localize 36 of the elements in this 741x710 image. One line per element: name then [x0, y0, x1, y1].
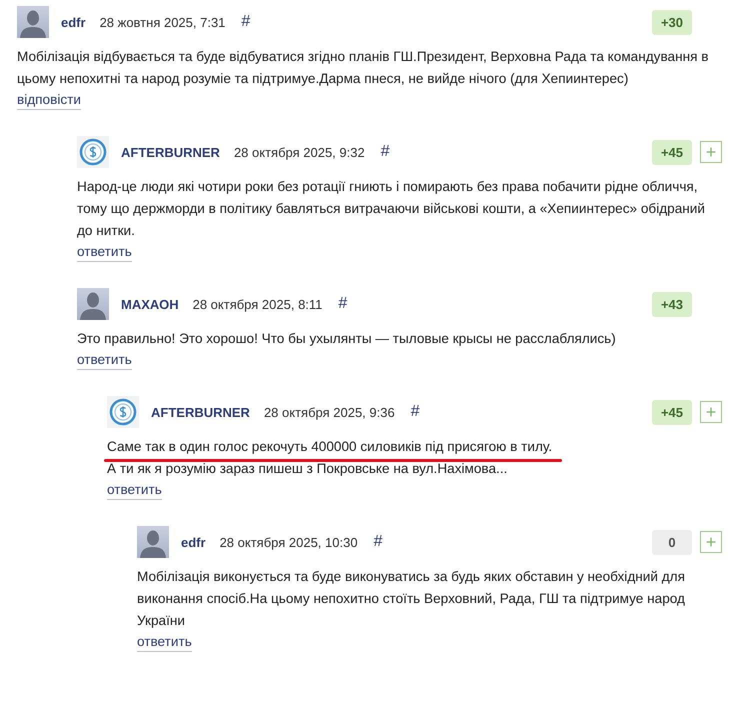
permalink[interactable]: #	[380, 143, 390, 161]
permalink[interactable]: #	[241, 13, 250, 31]
coin-icon	[77, 136, 109, 168]
comment-text: А ти як я розумію зараз пишеш з Покровське на вул.Нахімова...	[107, 461, 508, 476]
comment-text: Мобілізація відбувається та буде відбуватися згідно планів ГШ.Президент, Верховна Рада та командування в цьому непохитні та народ розуміе та підтримуе.Дарма пнеся, не вийде нічого (для Хепиинтерес)	[17, 49, 708, 86]
author-name[interactable]: edfr	[61, 14, 86, 30]
avatar-icon	[17, 6, 49, 38]
score-badge: +43	[652, 292, 692, 316]
reply-link[interactable]: ответить	[77, 244, 132, 262]
reply-link[interactable]: ответить	[137, 634, 192, 652]
permalink[interactable]: #	[374, 533, 382, 551]
score-badge: +45	[652, 400, 692, 424]
comment-date: 28 жовтня 2025, 7:31	[100, 14, 226, 30]
comment-date: 28 октября 2025, 8:11	[192, 296, 322, 312]
author-name[interactable]: МАХАОН	[121, 296, 179, 312]
reply-link[interactable]: ответить	[77, 352, 132, 370]
permalink[interactable]: #	[338, 295, 348, 313]
comment-text: Мобілізація виконується та буде виконуватись за будь яких обставин у необхідний для виконання спосіб.На цьому непохитно стоїть Верховний, Рада, ГШ та підтримуе народ України	[137, 569, 685, 628]
reply-link[interactable]: ответить	[107, 482, 162, 500]
score-badge: +45	[652, 140, 692, 164]
comment-text: Саме так в один голос рекочуть 400000 силовиків під присягою в тилу.	[107, 439, 552, 454]
comment-date: 28 октября 2025, 10:30	[220, 534, 358, 550]
avatar-icon	[77, 288, 109, 320]
coin-icon	[107, 396, 139, 428]
author-name[interactable]: AFTERBURNER	[151, 404, 250, 420]
author-name[interactable]: edfr	[181, 534, 206, 550]
comment-date: 28 октября 2025, 9:36	[264, 404, 395, 420]
comment-date: 28 октября 2025, 9:32	[234, 144, 365, 160]
avatar-icon	[137, 526, 169, 558]
comment-text: Это правильно! Это хорошо! Что бы ухылянты — тыловые крысы не расслаблялись)	[77, 331, 616, 346]
score-badge: +30	[652, 10, 692, 34]
comment-text: Народ-це люди які чотири роки без ротації гниють і помирають без права побачити рідне обличчя, тому що держморди в політику бавляться витрачаючи військові кошти, а «Хепиинтерес» обідраний до нитки.	[77, 179, 705, 238]
permalink[interactable]: #	[410, 403, 420, 421]
author-name[interactable]: AFTERBURNER	[121, 144, 220, 160]
reply-link[interactable]: відповісти	[17, 92, 81, 110]
score-badge: 0	[652, 530, 692, 554]
